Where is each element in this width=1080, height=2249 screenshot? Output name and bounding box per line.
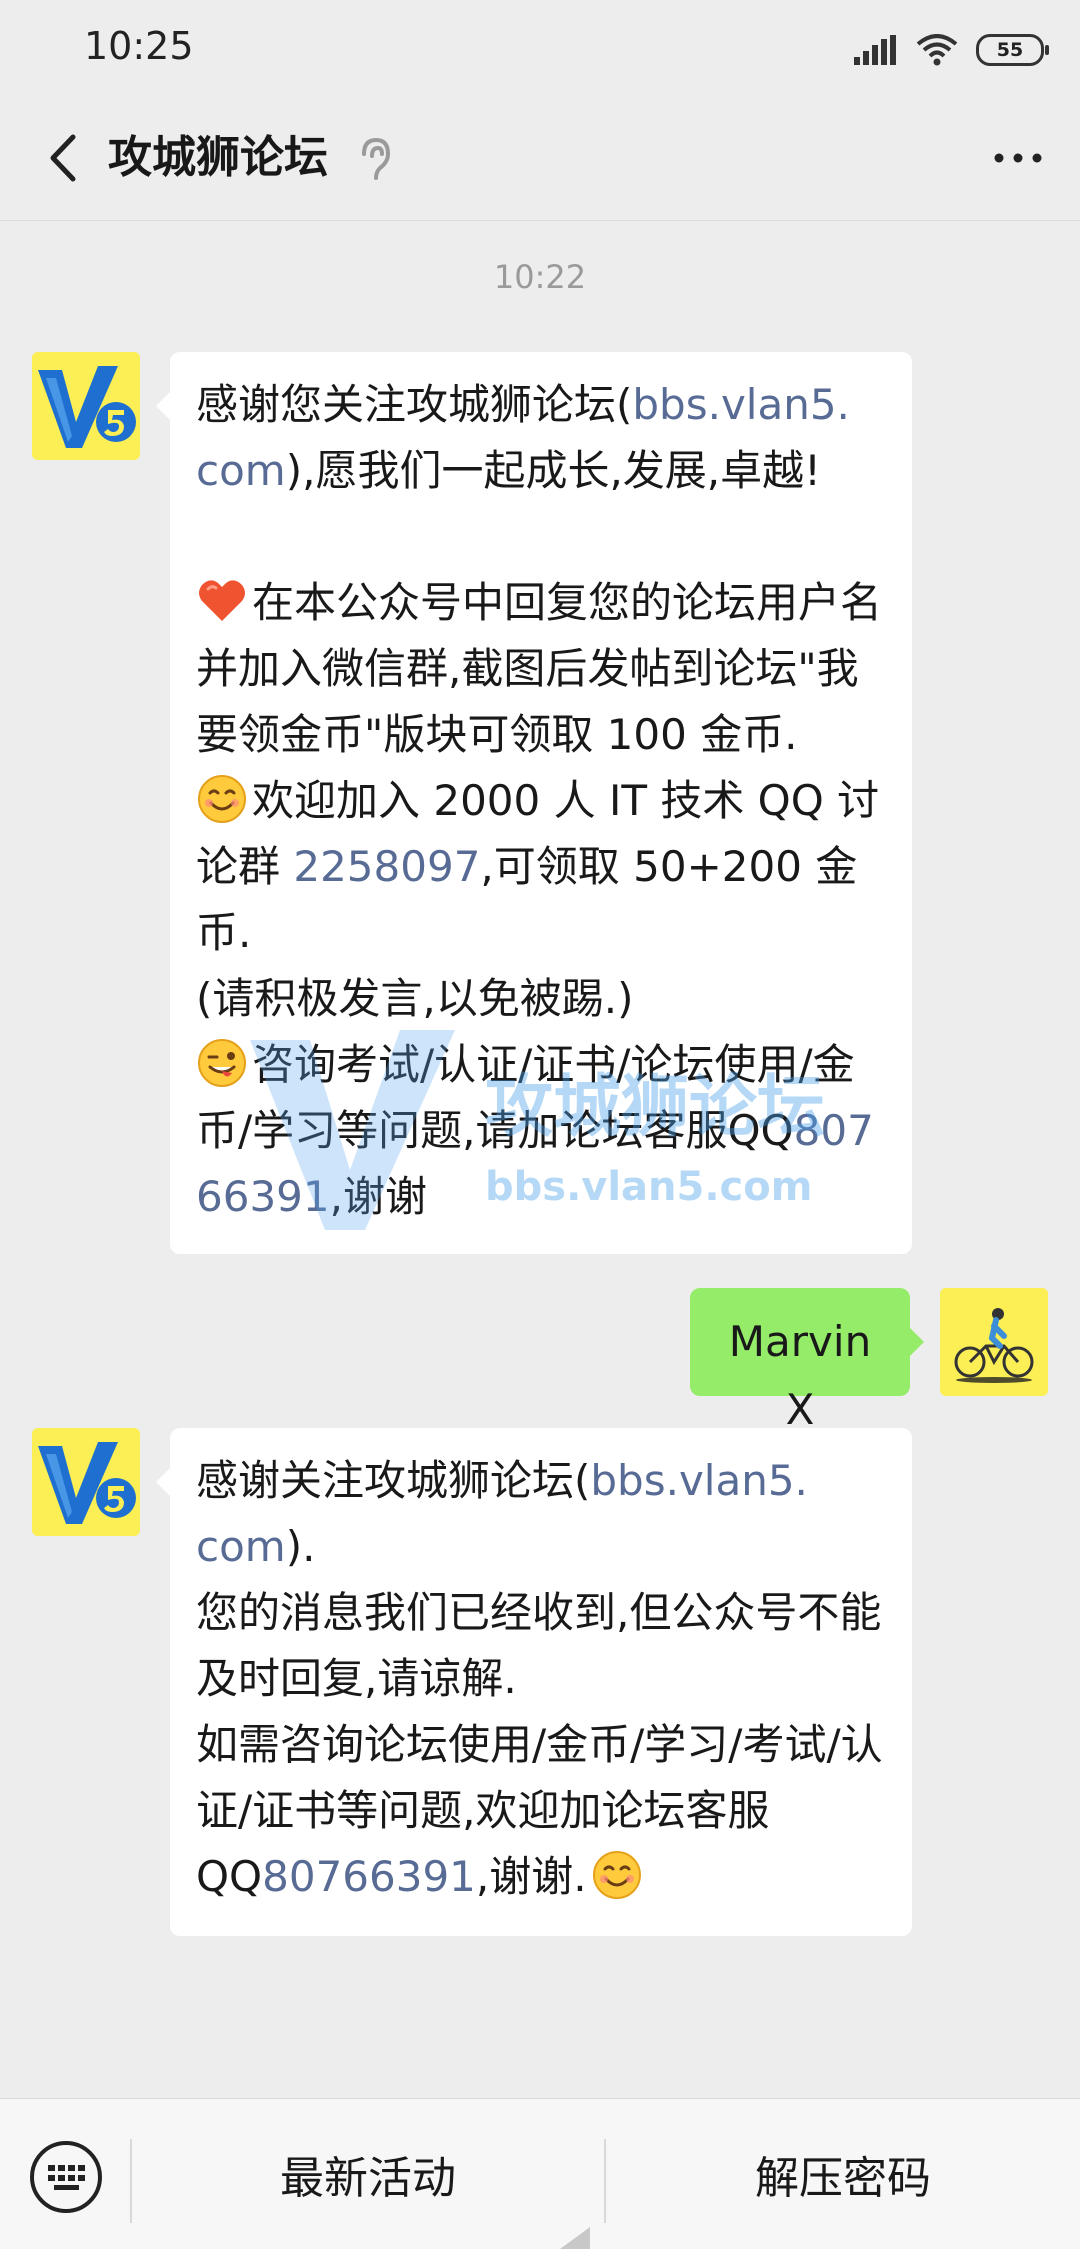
- message-bubble-outgoing[interactable]: MarvinX: [690, 1288, 924, 1434]
- message-text: ,谢谢.: [475, 1852, 587, 1901]
- wifi-icon: [916, 34, 958, 66]
- signal-icon: [854, 35, 896, 65]
- message-text: 感谢您关注攻城狮论坛(: [196, 380, 633, 429]
- message-text: QQ: [196, 1852, 263, 1901]
- submenu-indicator-icon: [560, 2227, 590, 2249]
- v5-logo-icon: [32, 1428, 140, 1536]
- message-text: MarvinX: [728, 1317, 872, 1434]
- forum-link-cont[interactable]: com: [196, 1522, 286, 1571]
- keyboard-toggle-button[interactable]: [28, 2139, 104, 2215]
- keyboard-icon: [30, 2141, 102, 2213]
- message-text: 如需咨询论坛使用/金币/学习/考试/认证/证书等问题,欢迎加论坛客服: [196, 1720, 883, 1835]
- wink-emoji: [198, 1039, 246, 1087]
- qq-group-link[interactable]: 2258097: [293, 842, 480, 891]
- avatar-self[interactable]: [940, 1288, 1048, 1396]
- battery-icon: 55: [976, 34, 1049, 66]
- smile-emoji: [198, 775, 246, 823]
- forum-link[interactable]: bbs.vlan5.: [632, 380, 850, 429]
- ear-icon: [362, 137, 391, 180]
- message-text: 感谢关注攻城狮论坛(: [196, 1456, 591, 1505]
- message-timestamp: 10:22: [493, 258, 587, 296]
- message-text: ),愿我们一起成长,发展,卓越!: [285, 446, 821, 495]
- chat-header: 攻城狮论坛: [0, 96, 1080, 221]
- message-text: ).: [285, 1522, 316, 1571]
- message-text: 您的消息我们已经收到,但公众号不能及时回复,请谅解.: [196, 1588, 882, 1703]
- avatar-official-account[interactable]: [32, 1428, 140, 1536]
- back-icon: [50, 134, 76, 182]
- bottom-menu-bar: 最新活动 解压密码: [0, 2098, 1080, 2249]
- more-button[interactable]: [986, 126, 1050, 190]
- forum-link-cont[interactable]: com: [196, 446, 286, 495]
- message-text: (请积极发言,以免被踢.): [196, 974, 634, 1023]
- qq-service-link[interactable]: 80766391: [262, 1852, 476, 1901]
- forum-link[interactable]: bbs.vlan5.: [590, 1456, 808, 1505]
- heart-emoji: [199, 580, 245, 621]
- menu-latest-activity[interactable]: 最新活动: [132, 2099, 604, 2249]
- smile-emoji: [592, 1851, 641, 1899]
- message-text: ,谢谢: [329, 1172, 427, 1221]
- message-bubble-welcome[interactable]: 感谢您关注攻城狮论坛(bbs.vlan5. com),愿我们一起成长,发展,卓越…: [156, 352, 912, 1254]
- status-icons: 55: [854, 30, 1049, 70]
- v5-logo-icon: [32, 352, 140, 460]
- message-bubble-reply[interactable]: 感谢关注攻城狮论坛(bbs.vlan5. com). 您的消息我们已经收到,但公…: [156, 1428, 912, 1936]
- status-time: 10:25: [84, 24, 194, 68]
- status-bar: 10:25 55: [0, 0, 1080, 96]
- message-text: 咨询考试/认证/证书/论坛使用/金币/学习等问题,请加论坛客服QQ: [196, 1040, 855, 1155]
- back-button[interactable]: [30, 126, 94, 190]
- bicycle-avatar-icon: [940, 1288, 1048, 1396]
- chat-title: 攻城狮论坛: [108, 132, 328, 183]
- message-text: 在本公众号中回复您的论坛用户名并加入微信群,截图后发帖到论坛"我要领金币"版块可…: [196, 578, 883, 759]
- menu-unzip-password[interactable]: 解压密码: [606, 2099, 1080, 2249]
- more-icon: [994, 153, 1042, 163]
- avatar-official-account[interactable]: [32, 352, 140, 460]
